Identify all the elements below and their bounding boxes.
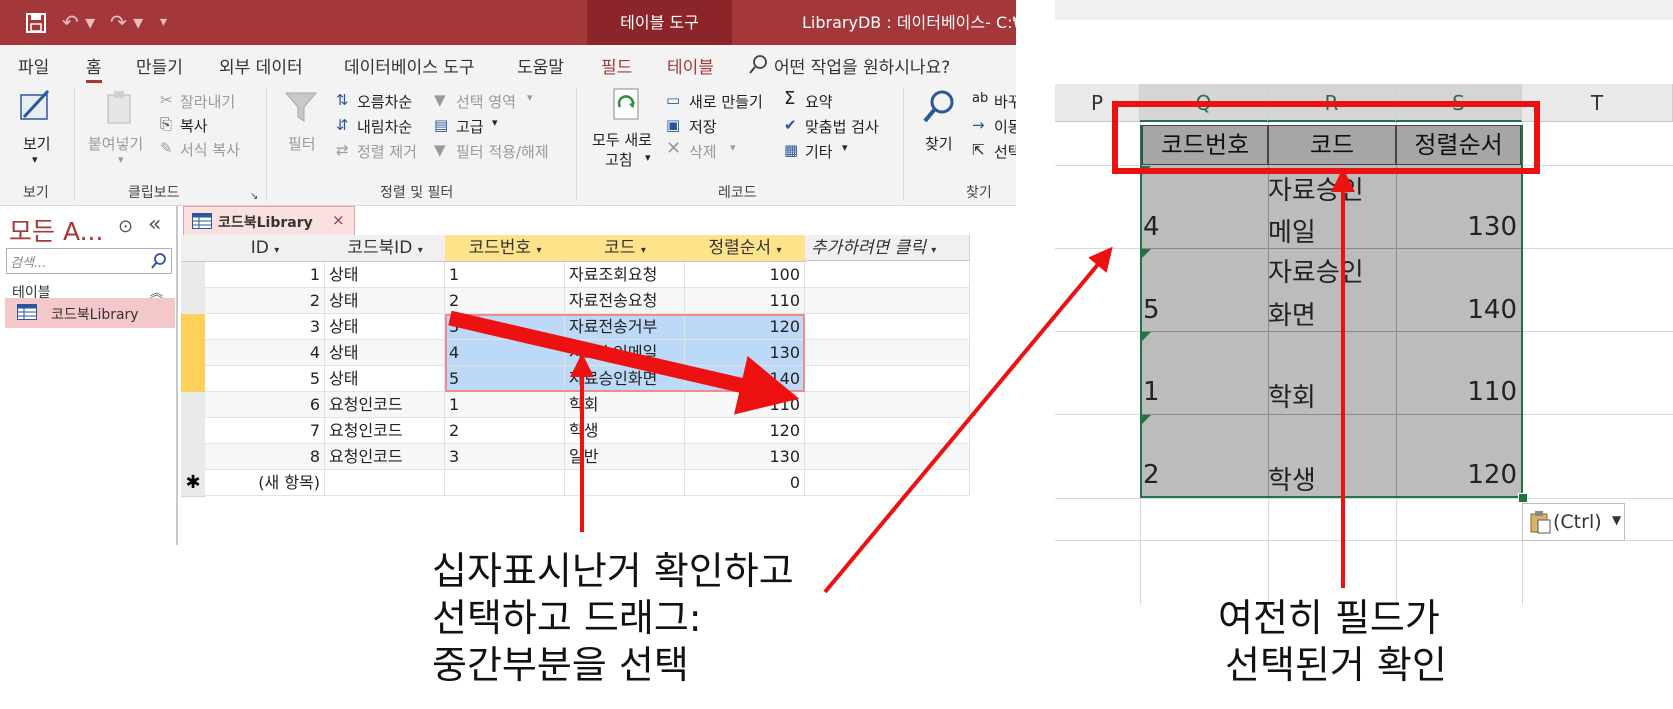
drag-arrow (448, 310, 800, 415)
annotation-text: 십자표시난거 확인하고 (432, 549, 794, 593)
annotation-text: 선택된거 확인 (1225, 643, 1447, 687)
annotation-text: 중간부분을 선택 (432, 643, 689, 687)
annotation-arrow (823, 246, 1113, 594)
annotation-text: 여전히 필드가 (1218, 596, 1440, 640)
annotation-box (1112, 101, 1540, 174)
annotation-text: 선택하고 드래그: (432, 596, 702, 640)
